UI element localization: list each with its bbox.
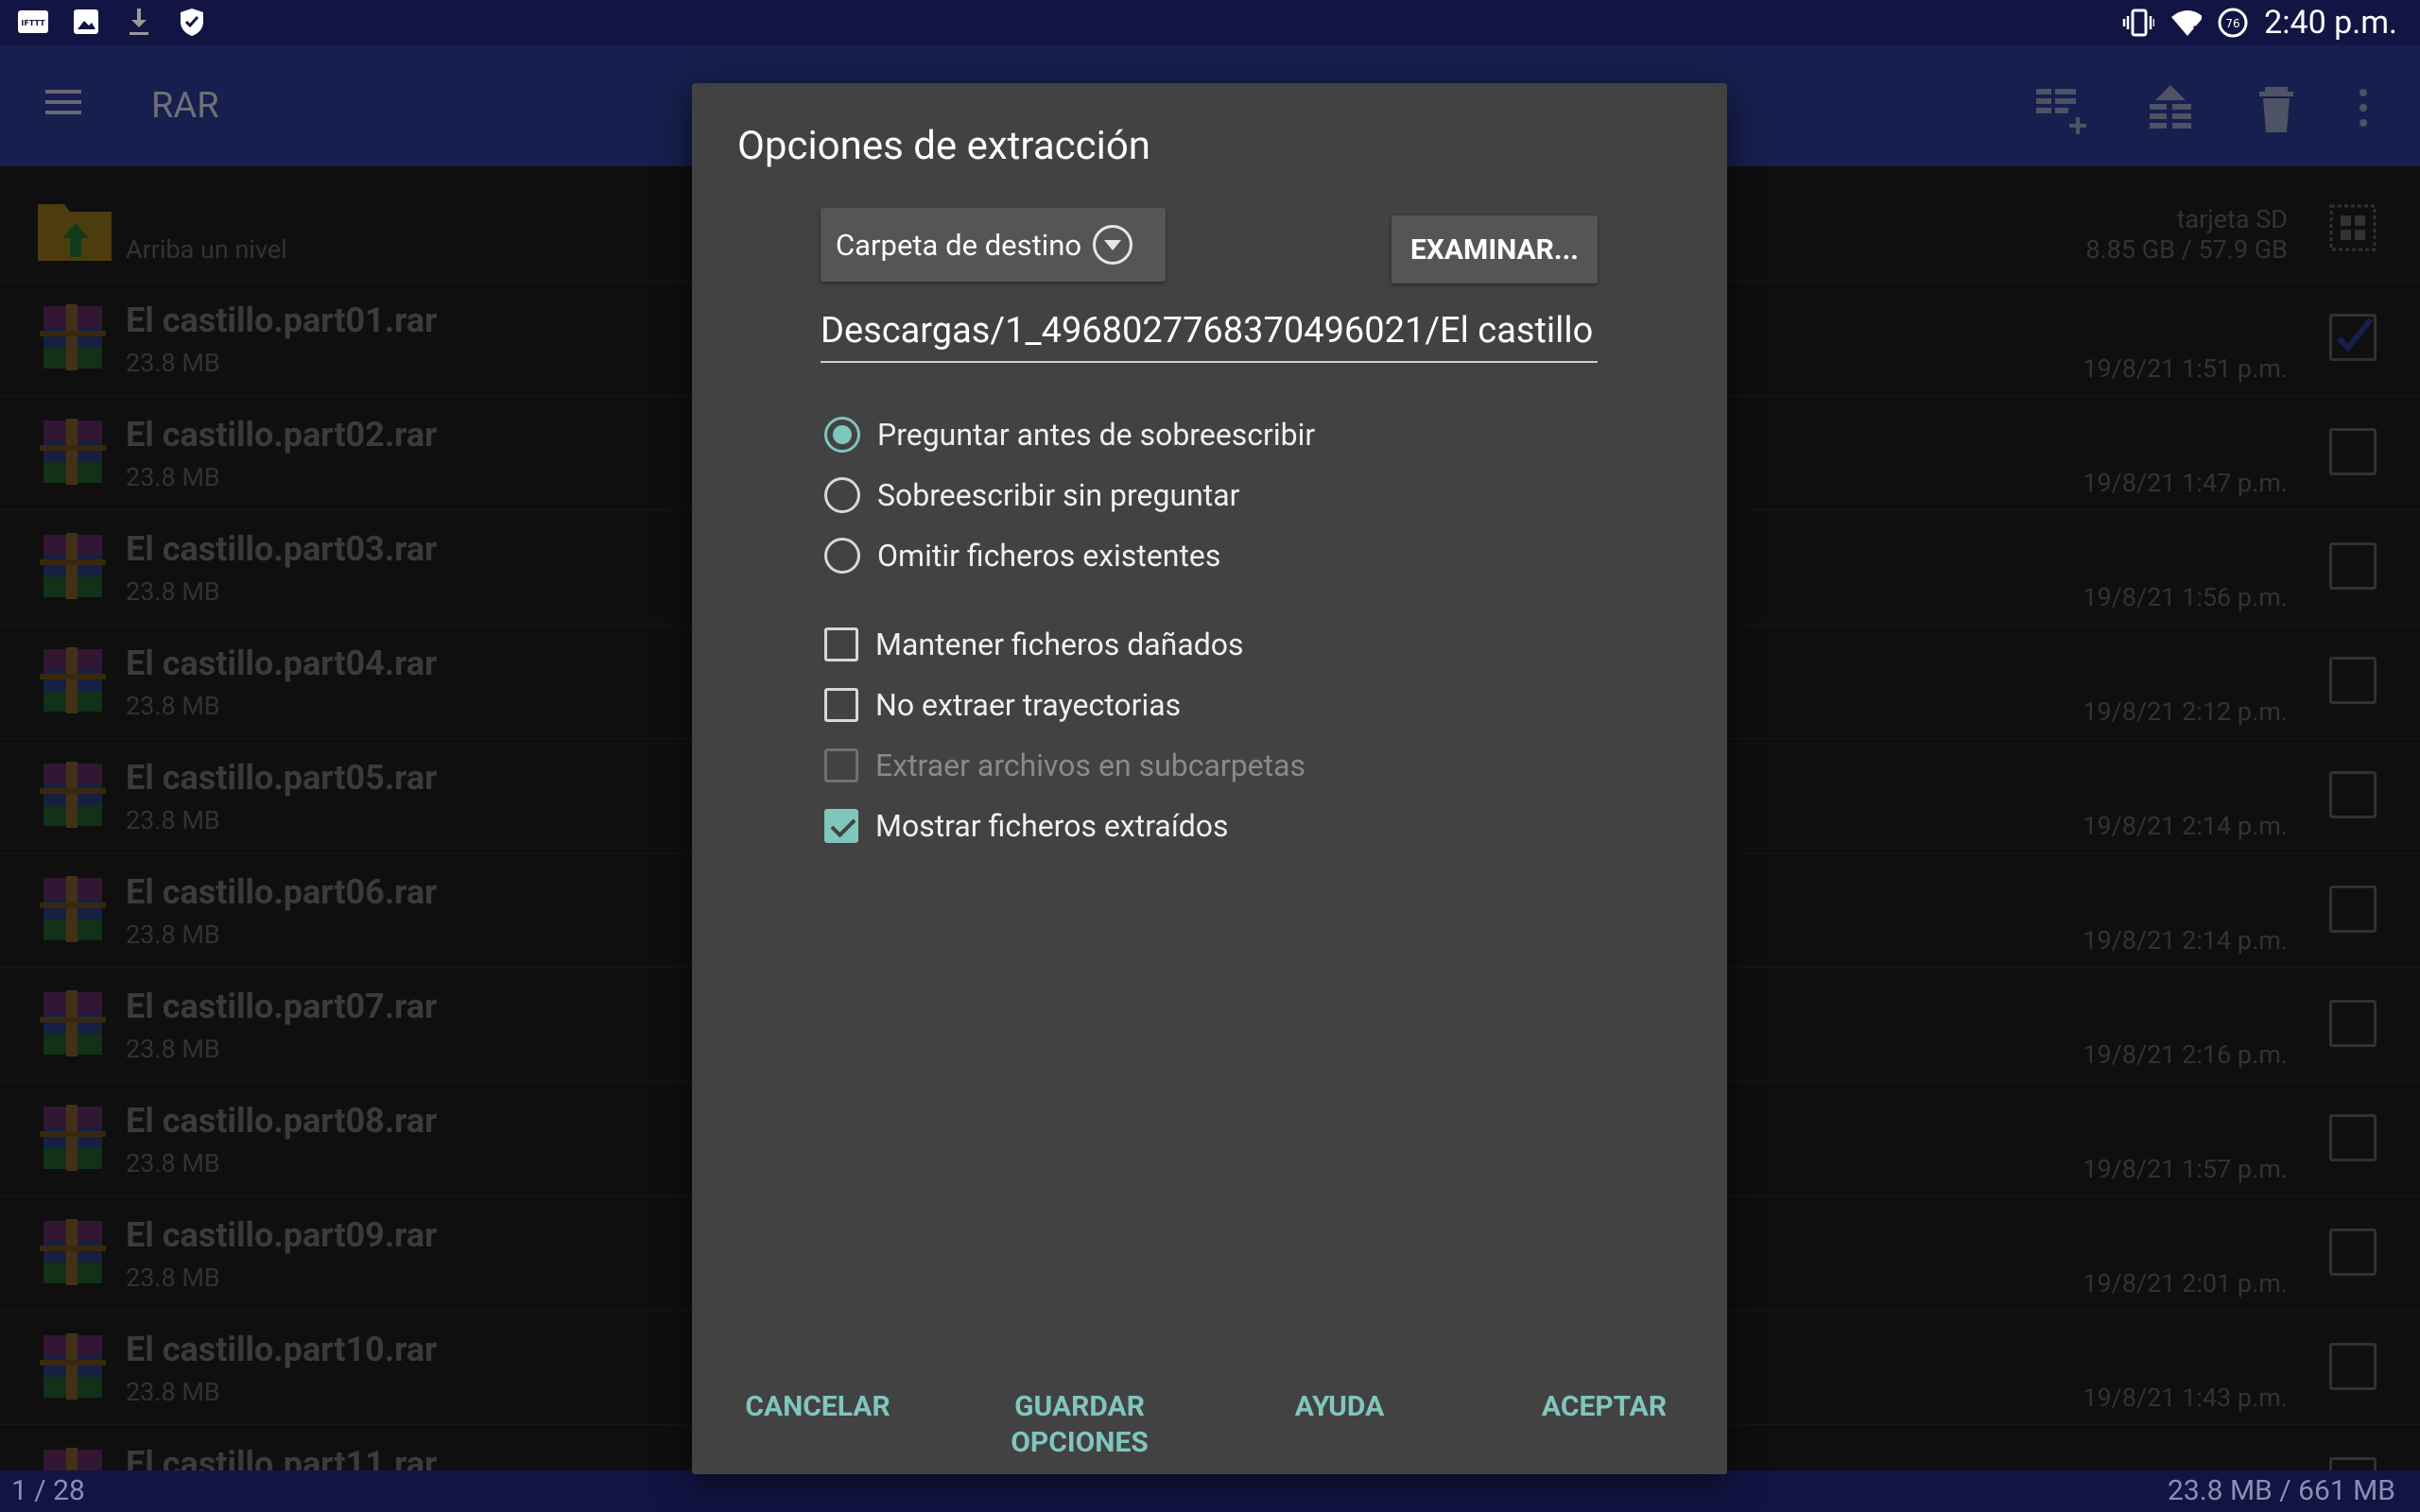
extraction-options-dialog: Opciones de extracción Carpeta de destin… — [692, 83, 1727, 1474]
wifi-icon — [2169, 7, 2203, 39]
image-icon — [70, 6, 102, 38]
checkbox-checked[interactable] — [824, 809, 858, 843]
chevron-down-icon — [1093, 225, 1133, 265]
vibrate-icon — [2122, 7, 2155, 39]
clock: 2:40 p.m. — [2264, 4, 2397, 42]
destination-path-field[interactable]: Descargas/1_4968027768370496021/El casti… — [821, 310, 1598, 363]
shield-check-icon — [176, 6, 208, 38]
save-options-button[interactable]: GUARDAR OPCIONES — [994, 1389, 1165, 1461]
status-bar: IFTTT 76 2:40 p.m. — [0, 0, 2420, 45]
radio-overwrite-without-asking[interactable]: Sobreescribir sin preguntar — [824, 472, 1240, 518]
radio-button[interactable] — [824, 477, 860, 513]
bottom-status-bar: 1 / 28 23.8 MB / 661 MB — [0, 1470, 2420, 1512]
radio-label: Omitir ficheros existentes — [877, 538, 1221, 574]
position-counter: 1 / 28 — [11, 1474, 85, 1507]
ifttt-icon: IFTTT — [17, 6, 49, 38]
checkbox-label: Mantener ficheros dañados — [875, 627, 1244, 662]
checkbox-extract-to-subfolders: Extraer archivos en subcarpetas — [824, 743, 1305, 788]
radio-skip-existing[interactable]: Omitir ficheros existentes — [824, 533, 1220, 578]
svg-text:IFTTT: IFTTT — [21, 19, 45, 27]
radio-button[interactable] — [824, 538, 860, 574]
cancel-button[interactable]: CANCELAR — [737, 1389, 898, 1425]
checkbox-label: Extraer archivos en subcarpetas — [875, 747, 1306, 783]
browse-button[interactable]: EXAMINAR... — [1392, 215, 1598, 284]
radio-label: Sobreescribir sin preguntar — [877, 477, 1240, 513]
download-icon — [123, 6, 155, 38]
checkbox-keep-broken-files[interactable]: Mantener ficheros dañados — [824, 622, 1244, 667]
svg-text:76: 76 — [2226, 17, 2240, 30]
destination-folder-dropdown[interactable]: Carpeta de destino — [821, 208, 1166, 282]
radio-ask-before-overwrite[interactable]: Preguntar antes de sobreescribir — [824, 412, 1315, 457]
dialog-title: Opciones de extracción — [737, 123, 1151, 169]
checkbox-label: No extraer trayectorias — [875, 687, 1182, 723]
destination-folder-label: Carpeta de destino — [836, 227, 1082, 263]
battery-76-icon: 76 — [2217, 7, 2249, 39]
radio-label: Preguntar antes de sobreescribir — [877, 417, 1316, 453]
checkbox-show-extracted-files[interactable]: Mostrar ficheros extraídos — [824, 803, 1229, 849]
dialog-actions: CANCELAR GUARDAR OPCIONES AYUDA ACEPTAR — [692, 1351, 1727, 1474]
help-button[interactable]: AYUDA — [1278, 1389, 1401, 1425]
destination-path-value: Descargas/1_4968027768370496021/El casti… — [821, 310, 1594, 352]
checkbox-do-not-extract-paths[interactable]: No extraer trayectorias — [824, 682, 1181, 728]
checkbox[interactable] — [824, 688, 858, 722]
selection-summary: 23.8 MB / 661 MB — [2168, 1474, 2395, 1507]
checkbox[interactable] — [824, 627, 858, 662]
accept-button[interactable]: ACEPTAR — [1524, 1389, 1685, 1425]
radio-button-selected[interactable] — [824, 417, 860, 453]
checkbox-label: Mostrar ficheros extraídos — [875, 808, 1229, 844]
checkbox-disabled — [824, 748, 858, 782]
